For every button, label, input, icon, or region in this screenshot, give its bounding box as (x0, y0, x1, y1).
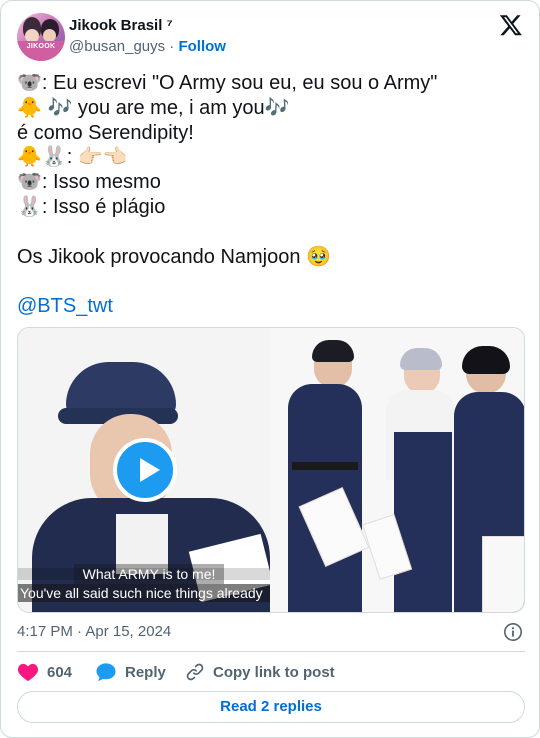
avatar[interactable]: JIKOOK (17, 13, 65, 61)
video-player[interactable]: What ARMY is to me! You've all said such… (17, 327, 525, 613)
read-replies-button[interactable]: Read 2 replies (17, 691, 525, 723)
mention-link[interactable]: @BTS_twt (17, 295, 113, 317)
heart-icon (17, 663, 39, 682)
link-icon (186, 663, 204, 681)
author-name[interactable]: Jikook Brasil ⁷ (69, 17, 173, 34)
x-logo-icon[interactable] (499, 13, 523, 37)
video-caption-bottom: You've all said such nice things already (18, 584, 270, 602)
person-mid-overalls (394, 432, 452, 612)
video-frame-group (270, 328, 524, 612)
divider (17, 651, 525, 652)
like-button[interactable]: 604 (17, 661, 72, 683)
tweet-line: 🐨: Eu escrevi "O Army sou eu, eu sou o A… (17, 72, 438, 94)
person-left-hair (312, 340, 354, 362)
tweet-line: 🐥🐰: 👉🏻👈🏻 (17, 146, 128, 169)
tweet-line: @BTS_twt (17, 294, 525, 319)
tweet-line: é como Serendipity! (17, 121, 194, 144)
avatar-text: JIKOOK (26, 43, 56, 50)
play-button[interactable] (113, 438, 177, 502)
follow-link[interactable]: Follow (178, 38, 226, 55)
video-caption-top: What ARMY is to me! (74, 564, 224, 584)
author-handle[interactable]: @busan_guys (69, 38, 165, 55)
tweet-line: 🐰: Isso é plágio (17, 195, 166, 218)
tweet-line: 🐨: Isso mesmo (17, 171, 161, 194)
like-count: 604 (47, 663, 73, 681)
tweet-line (17, 269, 525, 294)
tweet-line: 🐥 🎶 you are me, i am you🎶 (17, 96, 290, 119)
tweet-text: 🐨: Eu escrevi "O Army sou eu, eu sou o A… (17, 71, 525, 319)
play-icon (140, 458, 160, 482)
tweet-card: JIKOOK Jikook Brasil ⁷ @busan_guys · Fol… (0, 0, 540, 738)
reply-button[interactable]: Reply (95, 661, 166, 683)
tweet-actions: 604 Reply Copy link to post (17, 661, 525, 683)
person-mid-hair (400, 348, 442, 370)
tweet-line: Os Jikook provocando Namjoon 🥹 (17, 245, 331, 268)
copy-link-button[interactable]: Copy link to post (185, 661, 335, 683)
copy-link-label: Copy link to post (213, 663, 335, 681)
person-left-belt (292, 462, 358, 470)
person-right-hair (462, 346, 510, 374)
video-frame-closeup: What ARMY is to me! You've all said such… (18, 328, 270, 612)
info-icon[interactable] (503, 622, 523, 642)
handle-separator: · (169, 38, 175, 55)
tweet-line (17, 220, 525, 245)
tweet-header: JIKOOK Jikook Brasil ⁷ @busan_guys · Fol… (17, 13, 523, 63)
author-handle-line: @busan_guys · Follow (69, 38, 226, 55)
tweet-timestamp[interactable]: 4:17 PM · Apr 15, 2024 (17, 623, 171, 640)
reply-bubble-icon (96, 663, 116, 682)
paper-right (482, 536, 524, 612)
reply-label: Reply (125, 663, 166, 681)
